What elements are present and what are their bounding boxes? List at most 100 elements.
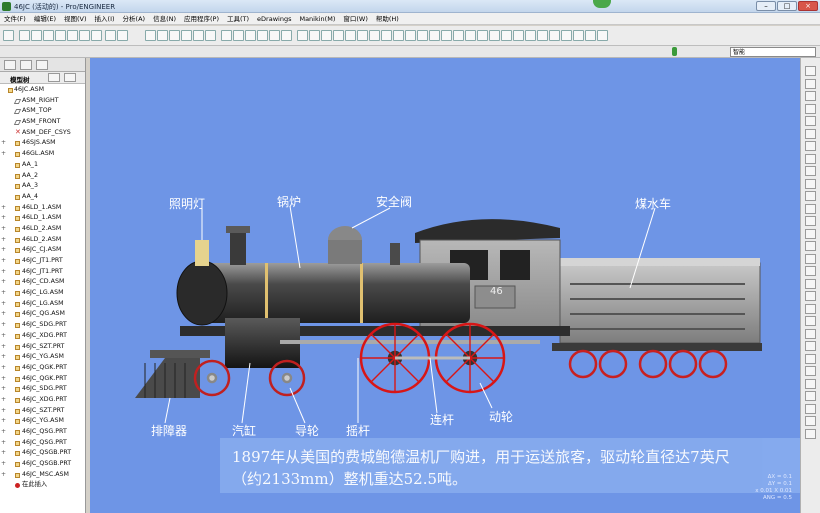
feature-tool-icon[interactable] [805, 103, 816, 114]
maximize-button[interactable]: □ [777, 1, 797, 11]
toolbar-button-icon[interactable] [357, 30, 368, 41]
toolbar-button-icon[interactable] [193, 30, 204, 41]
feature-tool-icon[interactable] [805, 416, 816, 426]
menu-manikin[interactable]: Manikin(M) [295, 13, 339, 25]
tree-settings-icon[interactable] [48, 73, 60, 82]
toolbar-button-icon[interactable] [369, 30, 380, 41]
graphics-viewport[interactable]: 照明灯 锅炉 安全阀 煤水车 排障器 汽缸 导轮 摇杆 连杆 动轮 46 189… [90, 58, 800, 513]
model-tree-item[interactable]: 46LD_1.ASM [0, 203, 85, 214]
model-tree-item[interactable]: 46GL.ASM [0, 149, 85, 160]
menu-insert[interactable]: 插入(I) [91, 13, 119, 25]
feature-tool-icon[interactable] [805, 403, 816, 414]
model-tree-item[interactable]: 46JC_SZT.PRT [0, 406, 85, 417]
feature-tool-icon[interactable] [805, 216, 816, 226]
menu-info[interactable]: 信息(N) [149, 13, 180, 25]
feature-tool-icon[interactable] [805, 428, 816, 439]
model-tree-item[interactable]: 46JC_CD.ASM [0, 277, 85, 288]
toolbar-button-icon[interactable] [221, 30, 232, 41]
tab-folder-browser-icon[interactable] [20, 60, 32, 70]
feature-tool-icon[interactable] [805, 153, 816, 164]
feature-tool-icon[interactable] [805, 178, 816, 189]
selection-filter-select[interactable]: 智能 [730, 47, 816, 57]
model-tree-item[interactable]: 46JC_XDG.PRT [0, 331, 85, 342]
model-tree-item[interactable]: 46JC_XDG.PRT [0, 395, 85, 406]
toolbar-button-icon[interactable] [333, 30, 344, 41]
toolbar-button-icon[interactable] [573, 30, 584, 41]
feature-tool-icon[interactable] [805, 378, 816, 389]
model-tree-item[interactable]: 46JC_CJ.ASM [0, 245, 85, 256]
toolbar-button-icon[interactable] [585, 30, 596, 41]
feature-tool-icon[interactable] [805, 241, 816, 251]
toolbar-button-icon[interactable] [537, 30, 548, 41]
toolbar-button-icon[interactable] [257, 30, 268, 41]
close-button[interactable]: × [798, 1, 818, 11]
feature-tool-icon[interactable] [805, 391, 816, 401]
feature-tool-icon[interactable] [805, 128, 816, 139]
toolbar-button-icon[interactable] [309, 30, 320, 41]
feature-tool-icon[interactable] [805, 353, 816, 364]
toolbar-button-icon[interactable] [157, 30, 168, 41]
model-tree-item[interactable]: 46JC_LG.ASM [0, 288, 85, 299]
feature-tool-icon[interactable] [805, 341, 816, 351]
menu-tools[interactable]: 工具(T) [223, 13, 253, 25]
model-tree-item[interactable]: 46JC_YG.ASM [0, 352, 85, 363]
model-tree-item[interactable]: 46JC_JT1.PRT [0, 256, 85, 267]
toolbar-button-icon[interactable] [549, 30, 560, 41]
model-tree-item[interactable]: 46JC_QGK.PRT [0, 363, 85, 374]
model-tree-item[interactable]: 46JC_LG.ASM [0, 299, 85, 310]
model-tree-item[interactable]: 46JC_QSGB.PRT [0, 448, 85, 459]
model-tree-item[interactable]: AA_3 [0, 181, 85, 192]
toolbar-button-icon[interactable] [441, 30, 452, 41]
menu-view[interactable]: 视图(V) [60, 13, 91, 25]
model-tree-item[interactable]: AA_1 [0, 160, 85, 171]
model-tree-item[interactable]: 46JC_QGK.PRT [0, 374, 85, 385]
feature-tool-icon[interactable] [805, 316, 816, 326]
toolbar-button-icon[interactable] [105, 30, 116, 41]
model-tree-item[interactable]: 46JC_SDG.PRT [0, 384, 85, 395]
model-tree-item[interactable]: 46SJS.ASM [0, 138, 85, 149]
feature-tool-icon[interactable] [805, 166, 816, 176]
tab-model-tree-icon[interactable] [4, 60, 16, 70]
menu-file[interactable]: 文件(F) [0, 13, 30, 25]
model-tree-item[interactable]: ASM_RIGHT [0, 96, 85, 107]
tree-columns-icon[interactable] [64, 73, 76, 82]
toolbar-button-icon[interactable] [3, 30, 14, 41]
toolbar-button-icon[interactable] [417, 30, 428, 41]
menu-edit[interactable]: 编辑(E) [30, 13, 60, 25]
model-tree-item[interactable]: 46JC_YG.ASM [0, 416, 85, 427]
toolbar-button-icon[interactable] [477, 30, 488, 41]
toolbar-button-icon[interactable] [321, 30, 332, 41]
model-tree-item[interactable]: AA_2 [0, 171, 85, 182]
toolbar-button-icon[interactable] [465, 30, 476, 41]
toolbar-button-icon[interactable] [281, 30, 292, 41]
menu-applications[interactable]: 应用程序(P) [180, 13, 223, 25]
feature-tool-icon[interactable] [805, 203, 816, 214]
toolbar-button-icon[interactable] [169, 30, 180, 41]
model-tree-item[interactable]: ✕ ASM_DEF_CSYS [0, 128, 85, 139]
toolbar-button-icon[interactable] [525, 30, 536, 41]
feature-tool-icon[interactable] [805, 291, 816, 301]
toolbar-button-icon[interactable] [67, 30, 78, 41]
menu-edrawings[interactable]: eDrawings [253, 13, 295, 25]
feature-tool-icon[interactable] [805, 366, 816, 376]
toolbar-button-icon[interactable] [393, 30, 404, 41]
toolbar-button-icon[interactable] [269, 30, 280, 41]
feature-tool-icon[interactable] [805, 141, 816, 151]
toolbar-button-icon[interactable] [205, 30, 216, 41]
toolbar-button-icon[interactable] [345, 30, 356, 41]
toolbar-button-icon[interactable] [453, 30, 464, 41]
toolbar-button-icon[interactable] [19, 30, 30, 41]
toolbar-button-icon[interactable] [513, 30, 524, 41]
toolbar-button-icon[interactable] [91, 30, 102, 41]
model-tree-item[interactable]: ASM_FRONT [0, 117, 85, 128]
toolbar-button-icon[interactable] [501, 30, 512, 41]
minimize-button[interactable]: – [756, 1, 776, 11]
model-tree-item[interactable]: 46JC_QSGB.PRT [0, 459, 85, 470]
feature-tool-icon[interactable] [805, 66, 816, 76]
model-tree-item[interactable]: 在此插入 [0, 480, 85, 491]
model-tree-item[interactable]: ASM_TOP [0, 106, 85, 117]
toolbar-button-icon[interactable] [297, 30, 308, 41]
model-tree-item[interactable]: 46JC.ASM [0, 85, 85, 96]
menu-help[interactable]: 帮助(H) [372, 13, 403, 25]
feature-tool-icon[interactable] [805, 253, 816, 264]
